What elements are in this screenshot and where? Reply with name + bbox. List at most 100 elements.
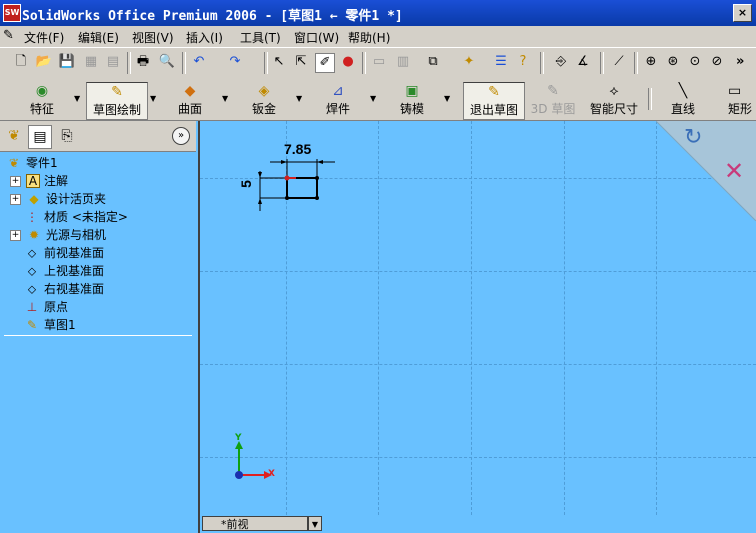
standard-toolbar: 🗋 📂 💾 ▦ ▤ 🖶 🔍 ↶ ↷ ↖ ⇱ ✐ ● ▭ ▥ ⧉ ✦ ☰ ? ⎆ … (0, 47, 756, 81)
grid-line (471, 121, 472, 515)
close-button[interactable]: × (733, 4, 752, 22)
tree-item-front-plane[interactable]: ⬦ 前视基准面 (24, 244, 104, 262)
line-label: 直线 (670, 102, 695, 116)
zoom-area-icon[interactable]: ⊛ (664, 53, 682, 71)
dropdown-arrow-icon[interactable]: ▼ (74, 94, 80, 103)
dropdown-arrow-icon[interactable]: ▼ (370, 94, 376, 103)
save-icon[interactable]: 💾 (58, 53, 76, 71)
title-bar: SW SolidWorks Office Premium 2006 - [草图1… (0, 0, 756, 26)
menu-insert[interactable]: 插入(I) (186, 29, 223, 46)
zoom-fit-icon[interactable]: ⊕ (642, 53, 660, 71)
new-document-icon[interactable]: 🗋 (12, 53, 30, 71)
tree-item-top-plane[interactable]: ⬦ 上视基准面 (24, 262, 104, 280)
tree-item-label: 上视基准面 (44, 264, 105, 278)
features-tab[interactable]: ◉ 特征 (22, 82, 62, 118)
menu-view[interactable]: 视图(V) (132, 29, 174, 46)
feature-manager-tab-icon[interactable]: ❦ (3, 125, 25, 147)
sketch-tab[interactable]: ✎ 草图绘制 (86, 82, 148, 120)
weldments-tab[interactable]: ⊿ 焊件 (320, 82, 356, 118)
lights-cameras-icon: ✹ (28, 228, 40, 242)
menu-tools[interactable]: 工具(T) (240, 29, 281, 46)
view-tab-front[interactable]: *前视 (202, 516, 308, 531)
menu-file[interactable]: 文件(F) (24, 29, 64, 46)
tree-item-right-plane[interactable]: ⬦ 右视基准面 (24, 280, 104, 298)
zoom-selection-icon[interactable]: ⊘ (708, 53, 726, 71)
exit-sketch-button[interactable]: ✎ 退出草图 (463, 82, 525, 120)
rectangle-button[interactable]: ▭ 矩形 (728, 82, 756, 118)
smart-dimension-button[interactable]: ⟡ 智能尺寸 (588, 82, 640, 118)
exit-sketch-corner-icon[interactable]: ↻ (684, 125, 702, 150)
redo-icon[interactable]: ↷ (226, 53, 244, 71)
surfaces-tab[interactable]: ◆ 曲面 (172, 82, 208, 118)
grid-line (200, 271, 756, 272)
select-filter-icon[interactable]: ⇱ (292, 53, 310, 71)
tree-item-label: 前视基准面 (44, 246, 105, 260)
view-tab-dropdown-icon[interactable]: ▼ (308, 516, 322, 531)
dropdown-arrow-icon[interactable]: ▼ (296, 94, 302, 103)
toolbar-separator (127, 52, 131, 74)
zoom-in-out-icon[interactable]: ⊙ (686, 53, 704, 71)
menu-window[interactable]: 窗口(W) (294, 29, 339, 46)
tree-item-label: 草图1 (44, 318, 76, 332)
tree-item-material[interactable]: ⋮ 材质 <未指定> (24, 208, 128, 226)
tree-item-label: 原点 (44, 300, 69, 314)
tree-item-design-binder[interactable]: + ◆ 设计活页夹 (10, 190, 106, 208)
tree-root-label: 零件1 (26, 156, 58, 170)
tree-item-origin[interactable]: ⊥ 原点 (24, 298, 68, 316)
line-button[interactable]: ╲ 直线 (668, 82, 698, 118)
toolbar-separator (362, 52, 366, 74)
toolbar-separator (182, 52, 186, 74)
sheetmetal-tab[interactable]: ◈ 钣金 (246, 82, 282, 118)
properties-icon[interactable]: ☰ (492, 53, 510, 71)
menu-help[interactable]: 帮助(H) (348, 29, 390, 46)
rectangle-icon: ▭ (728, 83, 742, 99)
sketch-mode-icon[interactable]: ✐ (315, 53, 335, 73)
expand-icon[interactable]: + (10, 176, 21, 187)
dimension-icon[interactable]: ∡ (574, 53, 592, 71)
rebuild-icon[interactable]: ● (339, 53, 357, 71)
plane-icon: ⬦ (27, 264, 37, 278)
tree-item-label: 注解 (44, 174, 69, 188)
material-icon: ⋮ (26, 210, 38, 224)
select-pointer-icon[interactable]: ↖ (270, 53, 288, 71)
dropdown-arrow-icon[interactable]: ▼ (222, 94, 228, 103)
tree-root[interactable]: ❦ 零件1 (6, 154, 58, 172)
curvature-icon[interactable]: ⟋ (610, 53, 628, 71)
toolbar-overflow-icon[interactable]: » (736, 54, 744, 69)
view-orientation-icon[interactable]: ⧉ (424, 53, 442, 71)
design-binder-icon: ◆ (29, 192, 39, 206)
smart-dimension-icon: ⟡ (609, 83, 619, 99)
expand-icon[interactable]: + (10, 194, 21, 205)
menu-edit[interactable]: 编辑(E) (78, 29, 119, 46)
print-icon[interactable]: 🖶 (134, 53, 152, 71)
undo-icon[interactable]: ↶ (190, 53, 208, 71)
feature-icon: ◉ (35, 83, 49, 99)
measure-icon[interactable]: ⎆ (552, 53, 570, 71)
configuration-manager-tab-icon[interactable]: ⎘ (56, 125, 78, 147)
cancel-sketch-corner-icon[interactable]: ✕ (724, 157, 744, 185)
lighting-icon[interactable]: ✦ (460, 53, 478, 71)
molds-tab[interactable]: ▣ 铸模 (394, 82, 430, 118)
property-manager-tab-icon[interactable]: ▤ (28, 125, 52, 149)
open-folder-icon[interactable]: 📂 (35, 53, 53, 71)
doc-menu-icon[interactable]: ✎ (3, 28, 14, 43)
tree-item-lights-cameras[interactable]: + ✹ 光源与相机 (10, 226, 106, 244)
help-icon[interactable]: ? (514, 53, 532, 71)
tree-item-label: 右视基准面 (44, 282, 105, 296)
copy-disabled-icon: ▤ (106, 54, 120, 69)
width-dimension[interactable]: 7.85 (284, 141, 311, 157)
dropdown-arrow-icon[interactable]: ▼ (444, 94, 450, 103)
line-icon: ╲ (678, 83, 688, 99)
tree-item-annotations[interactable]: + A 注解 (10, 172, 68, 190)
expand-panel-icon[interactable]: » (172, 127, 190, 145)
dropdown-arrow-icon[interactable]: ▼ (150, 94, 156, 103)
weldments-label: 焊件 (325, 102, 350, 116)
x-axis-label: X (268, 469, 275, 479)
graphics-area[interactable]: 7.85 5 Y X ↻ ✕ (200, 121, 756, 515)
tree-item-sketch1[interactable]: ✎ 草图1 (24, 316, 76, 334)
expand-icon[interactable]: + (10, 230, 21, 241)
toolbar-separator (540, 52, 544, 74)
origin-icon: ⊥ (26, 300, 38, 314)
print-preview-icon[interactable]: 🔍 (158, 53, 176, 71)
height-dimension[interactable]: 5 (238, 180, 254, 188)
